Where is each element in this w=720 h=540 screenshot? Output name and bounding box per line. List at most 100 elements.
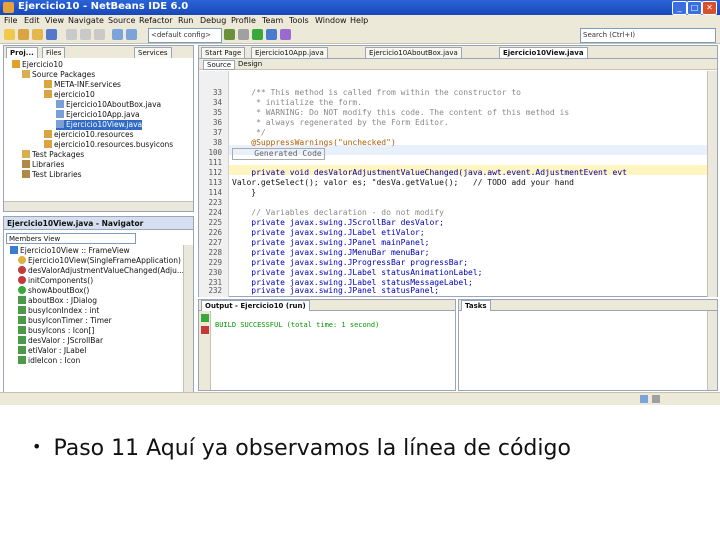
tree-item[interactable]: Ejercicio10 xyxy=(12,60,63,70)
tree-item[interactable]: ejercicio10.resources.busyicons xyxy=(44,140,173,150)
field-icon xyxy=(18,306,26,314)
tree-item[interactable]: Source Packages xyxy=(22,70,95,80)
tab-aboutbox-java[interactable]: Ejercicio10AboutBox.java xyxy=(365,47,462,58)
search-input[interactable]: Search (Ctrl+I) xyxy=(580,28,716,43)
debug-icon[interactable] xyxy=(266,29,277,40)
copy-icon[interactable] xyxy=(80,29,91,40)
navigator-title: Ejercicio10View.java - Navigator xyxy=(7,219,144,228)
cut-icon[interactable] xyxy=(66,29,77,40)
window-title: Ejercicio10 - NetBeans IDE 6.0 xyxy=(18,1,189,12)
tree-item[interactable]: META-INF.services xyxy=(44,80,121,90)
projects-panel: Proj... Files Services Ejercicio10 Sourc… xyxy=(3,45,194,212)
tree-item[interactable]: Ejercicio10AboutBox.java xyxy=(56,100,161,110)
nav-item[interactable]: Ejercicio10View(SingleFrameApplication) xyxy=(18,256,181,266)
tab-tasks[interactable]: Tasks xyxy=(461,300,491,311)
vertical-scrollbar[interactable] xyxy=(707,71,717,297)
nav-item[interactable]: desValorAdjustmentValueChanged(Adju... xyxy=(18,266,184,276)
tab-output[interactable]: Output - Ejercicio10 (run) xyxy=(201,300,310,311)
status-bar xyxy=(0,392,720,405)
tree-item[interactable]: Libraries xyxy=(22,160,64,170)
folder-icon xyxy=(22,70,30,78)
paste-icon[interactable] xyxy=(94,29,105,40)
output-line: BUILD SUCCESSFUL (total time: 1 second) xyxy=(215,321,380,329)
menu-navigate[interactable]: Navigate xyxy=(68,15,104,26)
tab-files[interactable]: Files xyxy=(42,47,66,58)
menu-refactor[interactable]: Refactor xyxy=(139,15,173,26)
save-all-icon[interactable] xyxy=(46,29,57,40)
field-icon xyxy=(18,296,26,304)
tree-item-selected[interactable]: Ejercicio10View.java xyxy=(56,120,143,130)
tree-item[interactable]: Test Libraries xyxy=(22,170,82,180)
title-bar: Ejercicio10 - NetBeans IDE 6.0 _ □ ✕ xyxy=(0,0,720,15)
menu-edit[interactable]: Edit xyxy=(24,15,40,26)
java-file-icon xyxy=(56,100,64,108)
menu-run[interactable]: Run xyxy=(178,15,193,26)
java-file-icon xyxy=(56,110,64,118)
menu-file[interactable]: File xyxy=(4,15,17,26)
stop-icon[interactable] xyxy=(201,326,209,334)
current-line-highlight xyxy=(229,165,707,175)
nav-item[interactable]: etiValor : JLabel xyxy=(18,346,86,356)
nav-item[interactable]: busyIconIndex : int xyxy=(18,306,99,316)
menu-profile[interactable]: Profile xyxy=(231,15,256,26)
nav-item[interactable]: Ejercicio10View :: FrameView xyxy=(10,246,130,256)
field-icon xyxy=(18,336,26,344)
tasks-panel: Tasks xyxy=(458,299,718,391)
build-icon[interactable] xyxy=(224,29,235,40)
profile-icon[interactable] xyxy=(280,29,291,40)
nav-item[interactable]: idleIcon : Icon xyxy=(18,356,80,366)
nav-item[interactable]: showAboutBox() xyxy=(18,286,89,296)
status-icon xyxy=(640,395,648,403)
menu-bar: File Edit View Navigate Source Refactor … xyxy=(0,15,720,26)
package-icon xyxy=(44,90,52,98)
toolbar: <default config> Search (Ctrl+I) xyxy=(0,26,720,44)
open-project-icon[interactable] xyxy=(32,29,43,40)
config-combo[interactable]: <default config> xyxy=(148,28,222,43)
package-icon xyxy=(44,140,52,148)
horizontal-scrollbar[interactable] xyxy=(4,201,193,211)
vertical-scrollbar[interactable] xyxy=(183,245,193,403)
tab-app-java[interactable]: Ejercicio10App.java xyxy=(251,47,328,58)
netbeans-icon xyxy=(3,2,14,13)
tab-projects[interactable]: Proj... xyxy=(6,47,38,58)
maximize-button[interactable]: □ xyxy=(687,1,702,15)
tab-source[interactable]: Source xyxy=(203,60,236,70)
nav-item[interactable]: desValor : JScrollBar xyxy=(18,336,103,346)
undo-icon[interactable] xyxy=(112,29,123,40)
status-icon xyxy=(652,395,660,403)
minimize-button[interactable]: _ xyxy=(672,1,687,15)
package-icon xyxy=(44,130,52,138)
tab-design[interactable]: Design xyxy=(235,60,265,68)
redo-icon[interactable] xyxy=(126,29,137,40)
output-panel: Output - Ejercicio10 (run) BUILD SUCCESS… xyxy=(198,299,456,391)
menu-tools[interactable]: Tools xyxy=(289,15,309,26)
tree-item[interactable]: ejercicio10 xyxy=(44,90,95,100)
new-project-icon[interactable] xyxy=(18,29,29,40)
nav-item[interactable]: busyIconTimer : Timer xyxy=(18,316,112,326)
menu-source[interactable]: Source xyxy=(108,15,135,26)
nav-item[interactable]: initComponents() xyxy=(18,276,93,286)
menu-view[interactable]: View xyxy=(45,15,64,26)
tab-view-java[interactable]: Ejercicio10View.java xyxy=(499,47,588,58)
run-icon[interactable] xyxy=(252,29,263,40)
new-file-icon[interactable] xyxy=(4,29,15,40)
field-icon xyxy=(18,316,26,324)
members-view-select[interactable]: Members View xyxy=(6,233,136,244)
clean-build-icon[interactable] xyxy=(238,29,249,40)
menu-window[interactable]: Window xyxy=(315,15,347,26)
close-button[interactable]: ✕ xyxy=(702,1,717,15)
tab-start-page[interactable]: Start Page xyxy=(201,47,246,58)
library-icon xyxy=(22,170,30,178)
menu-team[interactable]: Team xyxy=(262,15,283,26)
tree-item[interactable]: Ejercicio10App.java xyxy=(56,110,140,120)
vertical-scrollbar[interactable] xyxy=(707,311,717,390)
nav-item[interactable]: busyIcons : Icon[] xyxy=(18,326,94,336)
nav-item[interactable]: aboutBox : JDialog xyxy=(18,296,97,306)
editor-panel: Start Page Ejercicio10App.java Ejercicio… xyxy=(198,45,718,297)
menu-help[interactable]: Help xyxy=(350,15,368,26)
tree-item[interactable]: ejercicio10.resources xyxy=(44,130,134,140)
tree-item[interactable]: Test Packages xyxy=(22,150,84,160)
menu-debug[interactable]: Debug xyxy=(200,15,226,26)
rerun-icon[interactable] xyxy=(201,314,209,322)
tab-services[interactable]: Services xyxy=(134,47,172,58)
